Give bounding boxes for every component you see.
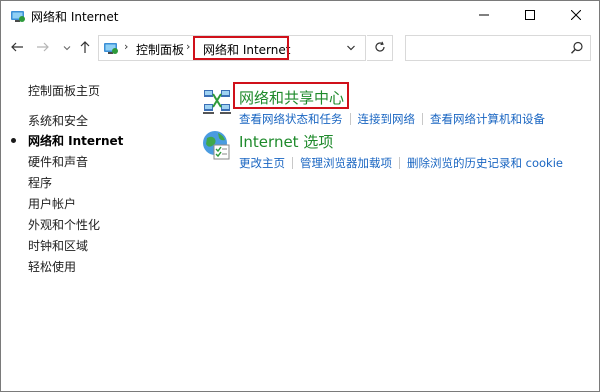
sidebar-item-control-panel-home[interactable]: 控制面板主页	[28, 82, 100, 99]
category-title-internet-options[interactable]: Internet 选项	[239, 131, 333, 152]
breadcrumb-control-panel[interactable]: 控制面板	[136, 41, 184, 58]
search-icon[interactable]	[570, 41, 584, 55]
control-panel-app-icon	[10, 8, 26, 24]
link-delete-history-cookies[interactable]: 删除浏览的历史记录和 cookie	[407, 156, 563, 170]
sidebar-item-user-accounts[interactable]: 用户帐户	[28, 195, 76, 212]
sidebar-item-appearance[interactable]: 外观和个性化	[28, 216, 100, 233]
control-panel-window: 网络和 Internet › 控制面板 › 网络和 Internet 控制面板主…	[0, 0, 600, 392]
maximize-icon	[525, 9, 535, 23]
arrow-right-icon	[36, 40, 50, 57]
address-dropdown-icon[interactable]	[343, 40, 359, 56]
refresh-icon	[374, 41, 386, 56]
title-bar: 网络和 Internet	[1, 1, 599, 31]
control-panel-icon	[103, 40, 119, 56]
refresh-button[interactable]	[367, 35, 393, 61]
back-button[interactable]	[7, 38, 27, 58]
link-view-network-computers[interactable]: 查看网络计算机和设备	[430, 112, 545, 126]
arrow-up-icon	[79, 40, 91, 57]
link-separator	[399, 157, 400, 169]
breadcrumb-highlight-box	[193, 36, 289, 60]
sidebar-item-hardware-sound[interactable]: 硬件和声音	[28, 153, 88, 170]
window-title: 网络和 Internet	[31, 10, 119, 24]
breadcrumb-separator-icon[interactable]: ›	[124, 40, 128, 53]
forward-button[interactable]	[33, 38, 53, 58]
link-separator	[349, 113, 351, 125]
link-view-network-status[interactable]: 查看网络状态和任务	[239, 112, 343, 126]
link-change-homepage[interactable]: 更改主页	[239, 156, 285, 170]
sidebar-item-system-security[interactable]: 系统和安全	[28, 112, 88, 129]
left-navigation-pane: 控制面板主页 系统和安全 网络和 Internet 硬件和声音 程序 用户帐户 …	[1, 65, 171, 385]
category-links: 查看网络状态和任务 连接到网络 查看网络计算机和设备	[239, 111, 545, 127]
link-manage-addons[interactable]: 管理浏览器加载项	[300, 156, 392, 170]
sidebar-item-programs[interactable]: 程序	[28, 174, 52, 191]
highlight-box	[233, 82, 349, 109]
sidebar-item-clock-region[interactable]: 时钟和区域	[28, 237, 88, 254]
breadcrumb-separator-icon[interactable]: ›	[186, 40, 190, 53]
internet-options-icon[interactable]	[201, 129, 233, 161]
link-connect-to-network[interactable]: 连接到网络	[358, 112, 416, 126]
navigation-bar: › 控制面板 › 网络和 Internet	[1, 31, 599, 65]
network-sharing-center-icon[interactable]	[201, 85, 233, 117]
close-icon	[570, 9, 582, 23]
chevron-down-icon	[63, 41, 71, 55]
sidebar-item-network-internet[interactable]: 网络和 Internet	[28, 132, 123, 149]
close-button[interactable]	[553, 1, 599, 31]
active-item-bullet	[11, 138, 16, 143]
recent-locations-button[interactable]	[57, 38, 77, 58]
address-bar[interactable]: › 控制面板 › 网络和 Internet	[98, 35, 366, 61]
maximize-button[interactable]	[507, 1, 553, 31]
search-input[interactable]	[405, 35, 591, 61]
up-button[interactable]	[75, 38, 95, 58]
minimize-button[interactable]	[461, 1, 507, 31]
minimize-icon	[479, 9, 489, 23]
sidebar-item-ease-of-access[interactable]: 轻松使用	[28, 258, 76, 275]
arrow-left-icon	[10, 40, 24, 57]
category-links: 更改主页 管理浏览器加载项 删除浏览的历史记录和 cookie	[239, 155, 563, 171]
link-separator	[292, 157, 293, 169]
link-separator	[422, 113, 423, 125]
